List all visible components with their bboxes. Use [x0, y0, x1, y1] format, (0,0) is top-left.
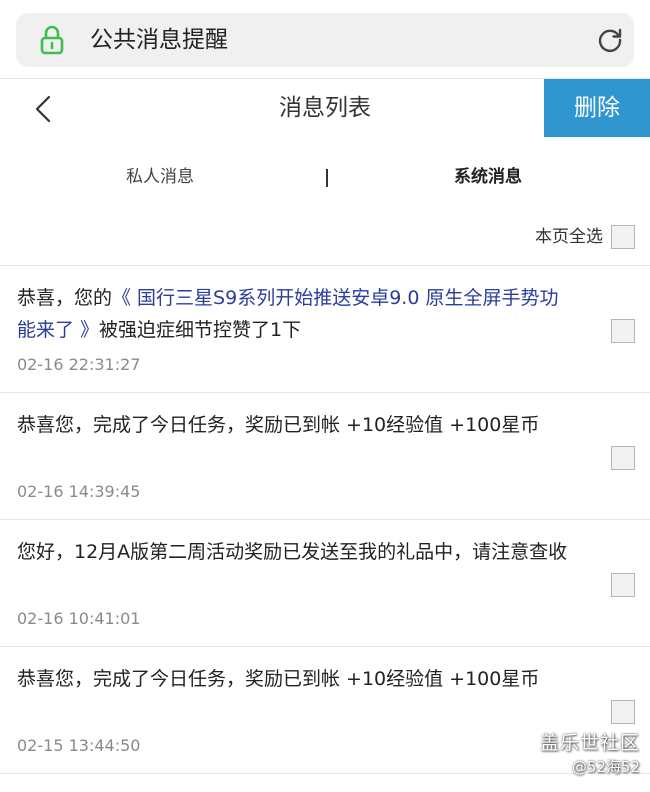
list-item[interactable]: 恭喜，您的《 国行三星S9系列开始推送安卓9.0 原生全屏手势功能来了 》被强迫…	[0, 266, 650, 393]
message-list: 恭喜，您的《 国行三星S9系列开始推送安卓9.0 原生全屏手势功能来了 》被强迫…	[0, 265, 650, 774]
message-checkbox[interactable]	[611, 446, 635, 470]
tab-private-messages[interactable]: 私人消息	[126, 160, 194, 194]
message-checkbox[interactable]	[611, 319, 635, 343]
address-bar-area: 公共消息提醒	[0, 0, 650, 79]
tab-system-messages[interactable]: 系统消息	[454, 160, 522, 194]
watermark-user: @52海52	[571, 758, 640, 776]
delete-button[interactable]: 删除	[544, 79, 650, 137]
tab-divider	[326, 169, 328, 187]
message-timestamp: 02-16 14:39:45	[17, 482, 141, 501]
page-url-title: 公共消息提醒	[90, 27, 228, 53]
message-text: 恭喜，您的《 国行三星S9系列开始推送安卓9.0 原生全屏手势功能来了 》被强迫…	[17, 282, 577, 346]
select-all-label: 本页全选	[535, 227, 603, 247]
page-header: 消息列表 删除	[0, 79, 650, 137]
message-checkbox[interactable]	[611, 700, 635, 724]
message-prefix: 恭喜，您的	[17, 287, 113, 309]
message-text: 您好，12月A版第二周活动奖励已发送至我的礼品中，请注意查收	[17, 541, 568, 563]
message-timestamp: 02-16 22:31:27	[17, 355, 141, 374]
message-timestamp: 02-16 10:41:01	[17, 609, 141, 628]
message-timestamp: 02-15 13:44:50	[17, 736, 141, 755]
message-checkbox[interactable]	[611, 573, 635, 597]
lock-icon	[40, 25, 64, 55]
address-bar[interactable]: 公共消息提醒	[16, 13, 634, 67]
select-all-checkbox[interactable]	[611, 225, 635, 249]
list-item[interactable]: 恭喜您，完成了今日任务，奖励已到帐 +10经验值 +100星币 02-16 14…	[0, 393, 650, 520]
message-tabs: 私人消息 系统消息	[0, 160, 650, 194]
message-text: 恭喜您，完成了今日任务，奖励已到帐 +10经验值 +100星币	[17, 668, 540, 690]
message-text: 恭喜您，完成了今日任务，奖励已到帐 +10经验值 +100星币	[17, 414, 540, 436]
message-suffix: 被强迫症细节控赞了1下	[99, 319, 302, 341]
community-watermark: 盖乐世社区 @52海52	[540, 730, 640, 778]
watermark-brand: 盖乐世社区	[539, 732, 640, 754]
list-item[interactable]: 您好，12月A版第二周活动奖励已发送至我的礼品中，请注意查收 02-16 10:…	[0, 520, 650, 647]
reload-icon[interactable]	[596, 26, 624, 54]
